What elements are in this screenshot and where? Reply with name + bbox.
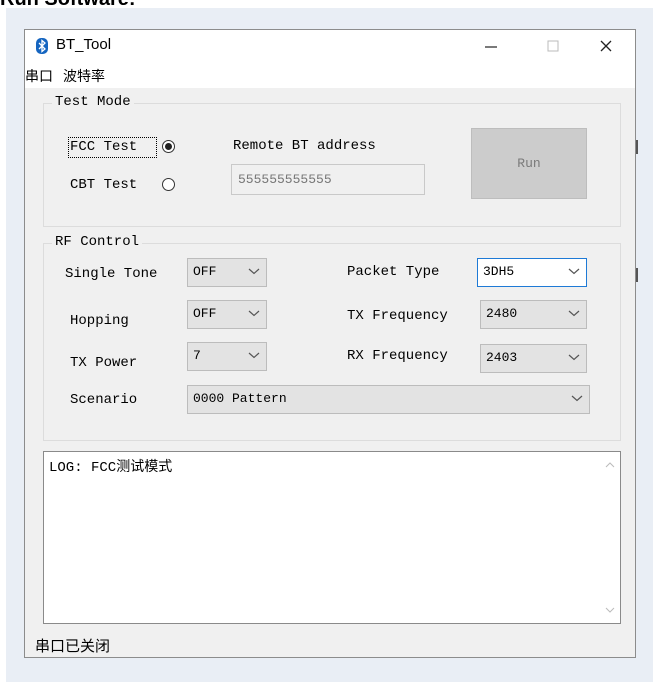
menu-serial-port[interactable]: 串口 [25,66,53,86]
packet-type-select[interactable]: 3DH5 [477,258,587,287]
status-text: 串口已关闭 [35,638,111,655]
run-button[interactable]: Run [471,128,587,199]
hopping-select[interactable]: OFF [187,300,267,329]
title-bar[interactable]: BT_Tool [25,30,635,62]
maximize-icon [547,40,559,52]
chevron-down-icon [248,310,260,317]
bluetooth-icon [36,38,48,54]
tx-power-value: 7 [193,348,201,363]
tx-power-select[interactable]: 7 [187,342,267,371]
chevron-down-icon [571,395,583,402]
fcc-test-radio[interactable] [162,140,175,153]
scroll-down-icon[interactable] [605,607,615,613]
close-icon [600,40,612,52]
maximize-button[interactable] [530,30,576,62]
tx-power-label: TX Power [70,355,138,371]
single-tone-value: OFF [193,264,217,279]
rf-control-title: RF Control [52,234,143,250]
remote-bt-address-field[interactable]: 555555555555 [231,164,425,195]
cbt-test-radio[interactable] [162,178,175,191]
tx-frequency-label: TX Frequency [347,308,448,324]
chevron-down-icon [568,310,580,317]
single-tone-select[interactable]: OFF [187,258,267,287]
menu-baud-rate[interactable]: 波特率 [63,66,105,86]
log-textarea[interactable]: LOG: FCC测试模式 [43,451,621,624]
background-edge-mark [636,268,638,282]
bt-tool-window: BT_Tool 串口 波特率 Test Mode FCC Test CBT Te… [24,29,636,658]
packet-type-label: Packet Type [347,264,440,280]
scenario-label: Scenario [70,392,138,408]
chevron-down-icon [248,268,260,275]
cbt-test-label[interactable]: CBT Test [70,177,137,193]
hopping-label: Hopping [70,313,129,329]
scroll-up-icon[interactable] [605,462,615,468]
tx-frequency-value: 2480 [486,306,518,321]
rx-frequency-select[interactable]: 2403 [480,344,587,373]
minimize-button[interactable] [468,30,514,62]
window-title: BT_Tool [56,36,112,53]
rx-frequency-value: 2403 [486,350,518,365]
scenario-select[interactable]: 0000 Pattern [187,385,590,414]
rx-frequency-label: RX Frequency [347,348,448,364]
log-text: LOG: FCC测试模式 [49,460,173,476]
test-mode-title: Test Mode [52,94,134,110]
tx-frequency-select[interactable]: 2480 [480,300,587,329]
hopping-value: OFF [193,306,217,321]
background-edge-mark [636,140,638,154]
scenario-value: 0000 Pattern [193,391,287,406]
chevron-down-icon [568,268,580,275]
packet-type-value: 3DH5 [483,264,515,279]
remote-bt-address-label: Remote BT address [233,138,376,154]
menu-bar: 串口 波特率 [25,62,635,88]
chevron-down-icon [568,354,580,361]
single-tone-label: Single Tone [65,266,158,282]
radio-selected-dot [165,143,172,150]
focus-outline [68,137,157,158]
close-button[interactable] [583,30,629,62]
chevron-down-icon [248,352,260,359]
minimize-icon [485,46,497,48]
